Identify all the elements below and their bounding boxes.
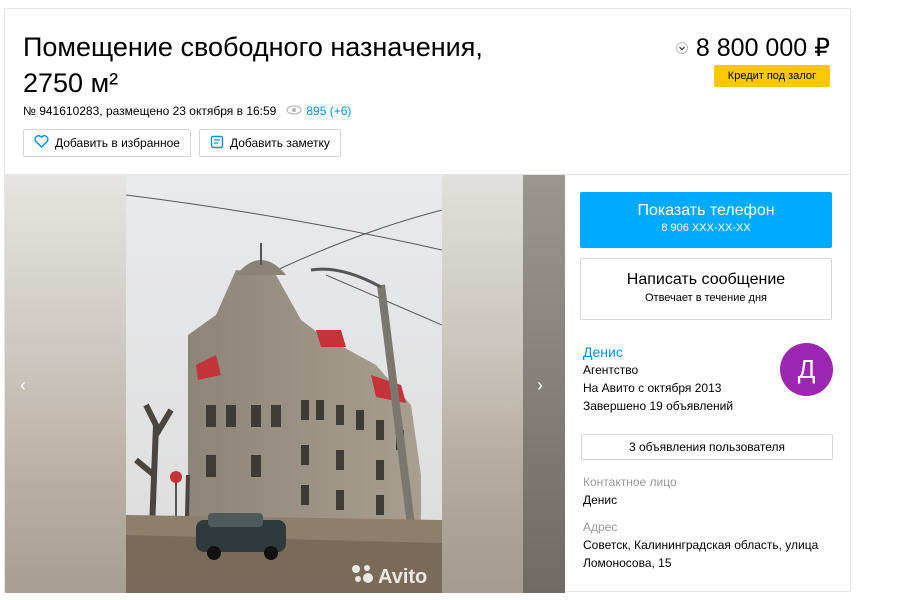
contact-person-label: Контактное лицо <box>583 475 677 489</box>
write-message-button[interactable]: Написать сообщение Отвечает в течение дн… <box>580 258 832 320</box>
avatar[interactable]: Д <box>780 343 833 396</box>
masked-phone: 8 906 XXX-XX-XX <box>661 222 751 234</box>
note-icon <box>210 135 224 152</box>
contact-person: Контактное лицо Денис <box>583 473 677 509</box>
listing-actions: Добавить в избранное Добавить заметку <box>23 129 341 157</box>
seller-name-link[interactable]: Денис <box>583 343 733 361</box>
address-value: Советск, Калининградская область, улица … <box>583 538 819 570</box>
add-favorite-button[interactable]: Добавить в избранное <box>23 129 191 157</box>
listing-number-date: № 941610283, размещено 23 октября в 16:5… <box>23 104 277 118</box>
listing-meta: № 941610283, размещено 23 октября в 16:5… <box>23 104 351 118</box>
seller-since: На Авито с октября 2013 <box>583 381 722 395</box>
avito-logo-icon <box>350 563 374 591</box>
user-listings-button[interactable]: 3 объявления пользователя <box>581 434 833 460</box>
add-note-label: Добавить заметку <box>229 136 330 150</box>
address-label: Адрес <box>583 520 618 534</box>
seller-info: Денис Агентство На Авито с октября 2013 … <box>583 343 733 415</box>
watermark-text: Avito <box>378 565 428 588</box>
show-phone-button[interactable]: Показать телефон 8 906 XXX-XX-XX <box>580 192 832 248</box>
gallery-blur-right <box>442 175 565 593</box>
heart-icon <box>34 135 49 151</box>
credit-badge[interactable]: Кредит под залог <box>713 65 830 87</box>
views-count: 895 (+6) <box>306 104 352 118</box>
response-time: Отвечает в течение дня <box>644 292 768 304</box>
photo-gallery[interactable]: ‹ › Avito <box>5 175 565 593</box>
contact-person-name: Денис <box>583 493 618 507</box>
listing-card: Помещение свободного назначения, 2750 м²… <box>4 8 852 593</box>
gallery-prev-arrow-icon[interactable]: ‹ <box>20 375 26 396</box>
add-note-button[interactable]: Добавить заметку <box>198 129 341 157</box>
listing-title: Помещение свободного назначения, 2750 м² <box>23 32 483 98</box>
write-message-label: Написать сообщение <box>626 271 786 288</box>
views-counter: 895 (+6) <box>286 104 351 118</box>
contact-panel: Показать телефон 8 906 XXX-XX-XX Написат… <box>565 175 852 593</box>
gallery-next-arrow-icon[interactable]: › <box>537 375 543 396</box>
price: 8 800 000 ₽ <box>695 34 830 62</box>
show-phone-label: Показать телефон <box>637 202 775 219</box>
seller-type: Агентство <box>583 363 639 377</box>
address-block: Адрес Советск, Калининградская область, … <box>583 518 838 572</box>
price-block: 8 800 000 ₽ <box>675 33 830 63</box>
seller-completed: Завершено 19 объявлений <box>583 399 734 413</box>
building-photo[interactable] <box>126 175 442 593</box>
eye-icon <box>286 104 302 118</box>
add-favorite-label: Добавить в избранное <box>55 136 180 150</box>
chevron-down-icon[interactable] <box>675 42 688 54</box>
avito-watermark: Avito <box>350 563 427 591</box>
